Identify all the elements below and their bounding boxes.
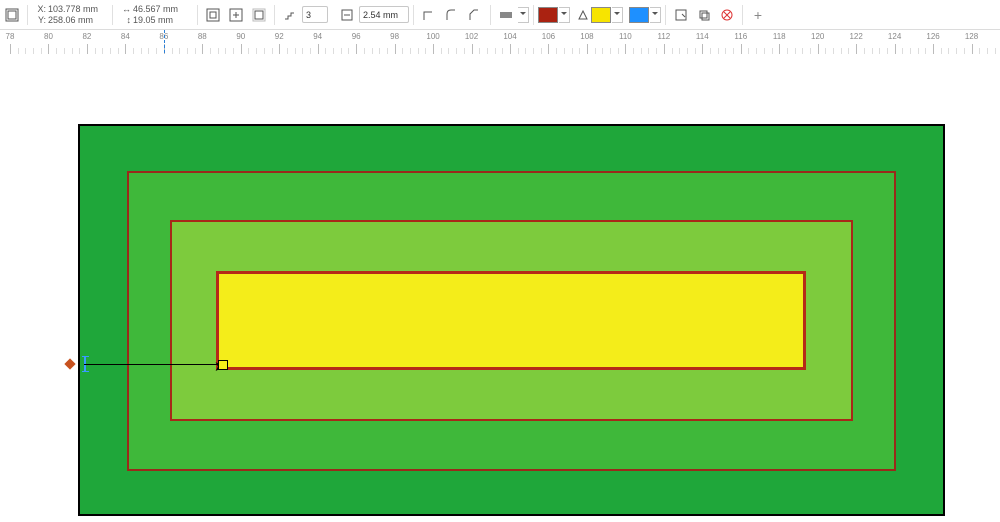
separator (27, 5, 28, 25)
contour-steps-value: 3 (306, 10, 311, 20)
ruler-tick-label: 98 (390, 32, 399, 41)
separator (742, 5, 743, 25)
y-label: Y: (34, 15, 46, 26)
separator (490, 5, 491, 25)
contour-rect-4-source[interactable] (216, 271, 806, 370)
contour-offset-input[interactable]: 2.54 mm (359, 6, 409, 23)
ruler-tick-label: 94 (313, 32, 322, 41)
ruler-tick-label: 100 (426, 32, 439, 41)
ruler-tick-label: 80 (44, 32, 53, 41)
x-label: X: (34, 4, 46, 15)
offset-arrow-line (84, 364, 219, 365)
ruler-tick-label: 126 (926, 32, 939, 41)
width-value: 46.567 mm (133, 4, 191, 15)
ruler-tick-label: 104 (503, 32, 516, 41)
outline-color-dropdown[interactable] (612, 7, 623, 23)
y-value: 258.06 mm (48, 15, 106, 26)
corner-round-button[interactable] (441, 4, 463, 26)
separator (112, 5, 113, 25)
ruler-tick-label: 122 (849, 32, 862, 41)
contour-offset-value: 2.54 mm (363, 10, 398, 20)
object-properties-button[interactable] (670, 4, 692, 26)
ruler-tick-label: 112 (657, 32, 670, 41)
copy-contour-button[interactable] (693, 4, 715, 26)
steps-icon (279, 4, 301, 26)
ruler-tick-label: 120 (811, 32, 824, 41)
offset-icon (336, 4, 358, 26)
ruler-tick-label: 84 (121, 32, 130, 41)
clear-contour-button[interactable] (716, 4, 738, 26)
object-size-readout: ↔ 46.567 mm ↕ 19.05 mm (117, 2, 193, 28)
corner-bevel-button[interactable] (464, 4, 486, 26)
ruler-tick-label: 102 (465, 32, 478, 41)
ruler-tick-label: 124 (888, 32, 901, 41)
offset-drag-handle[interactable] (218, 360, 228, 370)
ruler-tick-label: 110 (619, 32, 632, 41)
height-icon: ↕ (119, 15, 131, 26)
ruler-tick-label: 116 (734, 32, 747, 41)
separator (413, 5, 414, 25)
ruler-tick-label: 118 (773, 32, 786, 41)
width-icon: ↔ (119, 4, 131, 15)
object-position-readout: X: 103.778 mm Y: 258.06 mm (32, 2, 108, 28)
ruler-tick-label: 90 (236, 32, 245, 41)
contour-property-bar: X: 103.778 mm Y: 258.06 mm ↔ 46.567 mm ↕… (0, 0, 1000, 30)
outline-color-icon (576, 8, 590, 22)
fill-color-dropdown[interactable] (559, 7, 570, 23)
separator (533, 5, 534, 25)
ruler-tick-label: 106 (542, 32, 555, 41)
corner-miter-button[interactable] (418, 4, 440, 26)
drawing-canvas[interactable]: ➤ (0, 54, 1000, 522)
end-color-swatch[interactable] (629, 7, 649, 23)
height-value: 19.05 mm (133, 15, 191, 26)
ruler-tick-label: 128 (965, 32, 978, 41)
x-value: 103.778 mm (48, 4, 106, 15)
ruler-tick-label: 114 (696, 32, 709, 41)
separator (274, 5, 275, 25)
contour-steps-input[interactable]: 3 (302, 6, 328, 23)
linear-progression-button[interactable] (495, 4, 517, 26)
progression-dropdown[interactable] (518, 7, 529, 23)
separator (197, 5, 198, 25)
to-center-button[interactable] (202, 4, 224, 26)
end-color-dropdown[interactable] (650, 7, 661, 23)
inside-contour-button[interactable] (225, 4, 247, 26)
horizontal-ruler[interactable]: 7880828486889092949698100102104106108110… (0, 30, 1000, 55)
origin-node-icon[interactable] (64, 358, 75, 369)
separator (665, 5, 666, 25)
ruler-tick-label: 108 (580, 32, 593, 41)
ruler-tick-label: 82 (82, 32, 91, 41)
fill-color-swatch[interactable] (538, 7, 558, 23)
ruler-tick-label: 96 (352, 32, 361, 41)
add-preset-button[interactable]: + (747, 4, 769, 26)
ruler-tick-label: 78 (6, 32, 15, 41)
ruler-tick-label: 88 (198, 32, 207, 41)
outline-color-swatch[interactable] (591, 7, 611, 23)
ruler-tick-label: 92 (275, 32, 284, 41)
outside-contour-button[interactable] (248, 4, 270, 26)
presets-button[interactable] (1, 4, 23, 26)
